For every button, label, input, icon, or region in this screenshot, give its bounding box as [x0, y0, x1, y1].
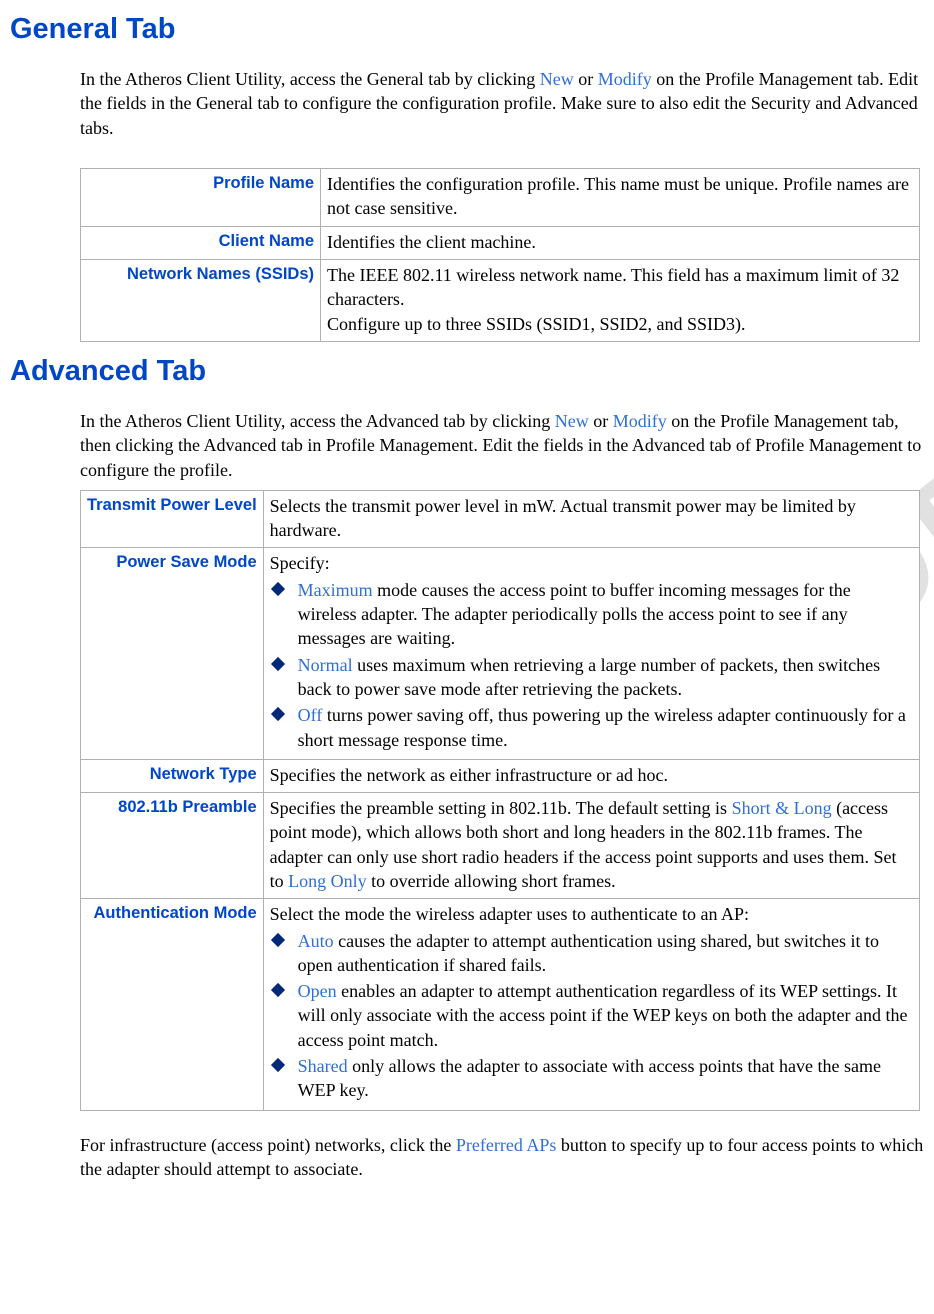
text: Select the mode the wireless adapter use…: [270, 904, 749, 924]
row-preamble: 802.11b Preamble Specifies the preamble …: [81, 793, 920, 899]
term-open: Open: [298, 981, 337, 1001]
general-table: Profile Name Identifies the configuratio…: [80, 168, 920, 342]
item-off: Off turns power saving off, thus powerin…: [270, 703, 913, 752]
term-shared: Shared: [298, 1056, 348, 1076]
desc-profile-name: Identifies the configuration profile. Th…: [321, 169, 920, 227]
advanced-intro: In the Atheros Client Utility, access th…: [80, 409, 924, 482]
label-power-save: Power Save Mode: [81, 548, 264, 759]
row-ssids: Network Names (SSIDs) The IEEE 802.11 wi…: [81, 259, 920, 341]
label-preamble: 802.11b Preamble: [81, 793, 264, 899]
item-open: Open enables an adapter to attempt authe…: [270, 979, 913, 1052]
row-power-save: Power Save Mode Specify: Maximum mode ca…: [81, 548, 920, 759]
link-short-long: Short & Long: [732, 798, 832, 818]
desc-auth-mode: Select the mode the wireless adapter use…: [263, 899, 919, 1110]
row-tx-power: Transmit Power Level Selects the transmi…: [81, 490, 920, 548]
text: In the Atheros Client Utility, access th…: [80, 69, 540, 89]
desc-network-type: Specifies the network as either infrastr…: [263, 759, 919, 792]
link-modify[interactable]: Modify: [598, 69, 652, 89]
text: enables an adapter to attempt authentica…: [298, 981, 908, 1050]
auth-mode-list: Auto causes the adapter to attempt authe…: [270, 929, 913, 1103]
text: For infrastructure (access point) networ…: [80, 1135, 456, 1155]
heading-general: General Tab: [10, 10, 924, 49]
label-ssids: Network Names (SSIDs): [81, 259, 321, 341]
text: or: [574, 69, 598, 89]
term-normal: Normal: [298, 655, 353, 675]
text: only allows the adapter to associate wit…: [298, 1056, 881, 1100]
text: uses maximum when retrieving a large num…: [298, 655, 881, 699]
label-client-name: Client Name: [81, 226, 321, 259]
row-client-name: Client Name Identifies the client machin…: [81, 226, 920, 259]
text: The IEEE 802.11 wireless network name. T…: [327, 265, 899, 309]
link-new[interactable]: New: [540, 69, 574, 89]
text: In the Atheros Client Utility, access th…: [80, 411, 555, 431]
text: mode causes the access point to buffer i…: [298, 580, 851, 649]
item-maximum: Maximum mode causes the access point to …: [270, 578, 913, 651]
item-normal: Normal uses maximum when retrieving a la…: [270, 653, 913, 702]
text: Specifies the preamble setting in 802.11…: [270, 798, 732, 818]
advanced-outro: For infrastructure (access point) networ…: [80, 1133, 924, 1182]
desc-tx-power: Selects the transmit power level in mW. …: [263, 490, 919, 548]
row-profile-name: Profile Name Identifies the configuratio…: [81, 169, 920, 227]
text: Configure up to three SSIDs (SSID1, SSID…: [327, 314, 746, 334]
text: Specify:: [270, 553, 330, 573]
text: turns power saving off, thus powering up…: [298, 705, 906, 749]
label-network-type: Network Type: [81, 759, 264, 792]
link-preferred-aps[interactable]: Preferred APs: [456, 1135, 556, 1155]
term-off: Off: [298, 705, 323, 725]
power-save-list: Maximum mode causes the access point to …: [270, 578, 913, 752]
link-new[interactable]: New: [555, 411, 589, 431]
text: causes the adapter to attempt authentica…: [298, 931, 879, 975]
item-auto: Auto causes the adapter to attempt authe…: [270, 929, 913, 978]
label-auth-mode: Authentication Mode: [81, 899, 264, 1110]
text: or: [589, 411, 613, 431]
term-auto: Auto: [298, 931, 334, 951]
desc-client-name: Identifies the client machine.: [321, 226, 920, 259]
link-long-only: Long Only: [288, 871, 367, 891]
heading-advanced: Advanced Tab: [10, 352, 924, 391]
text: to override allowing short frames.: [367, 871, 616, 891]
label-tx-power: Transmit Power Level: [81, 490, 264, 548]
desc-power-save: Specify: Maximum mode causes the access …: [263, 548, 919, 759]
link-modify[interactable]: Modify: [613, 411, 667, 431]
desc-ssids: The IEEE 802.11 wireless network name. T…: [321, 259, 920, 341]
label-profile-name: Profile Name: [81, 169, 321, 227]
row-auth-mode: Authentication Mode Select the mode the …: [81, 899, 920, 1110]
term-maximum: Maximum: [298, 580, 373, 600]
item-shared: Shared only allows the adapter to associ…: [270, 1054, 913, 1103]
advanced-table: Transmit Power Level Selects the transmi…: [80, 490, 920, 1111]
general-intro: In the Atheros Client Utility, access th…: [80, 67, 924, 140]
row-network-type: Network Type Specifies the network as ei…: [81, 759, 920, 792]
desc-preamble: Specifies the preamble setting in 802.11…: [263, 793, 919, 899]
